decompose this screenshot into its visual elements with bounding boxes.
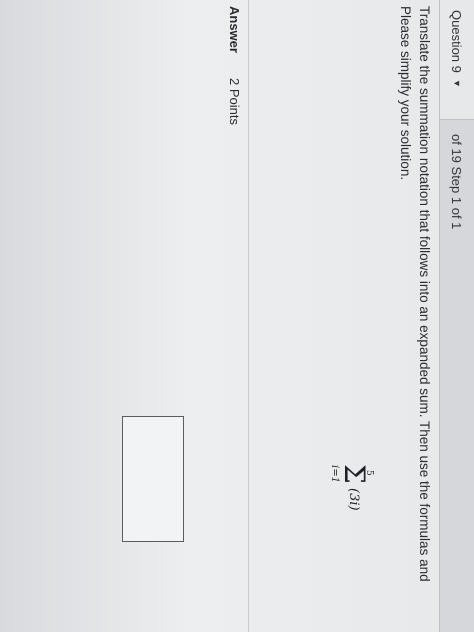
prompt-line-2: Please simplify your solution. bbox=[398, 6, 413, 181]
question-page: Question 9 ▼ of 19 Step 1 of 1 Translate… bbox=[0, 0, 474, 632]
summand: (3i) bbox=[346, 488, 361, 511]
prompt-line-1: Translate the summation notation that fo… bbox=[417, 6, 432, 582]
sigma-symbol: Σ bbox=[338, 464, 371, 484]
chevron-down-icon: ▼ bbox=[452, 78, 462, 88]
question-prompt: Translate the summation notation that fo… bbox=[396, 6, 434, 626]
section-divider bbox=[248, 0, 249, 632]
question-progress: of 19 Step 1 of 1 bbox=[449, 134, 465, 230]
points-label: 2 Points bbox=[227, 78, 242, 125]
question-selector-label: Question 9 bbox=[449, 10, 465, 73]
answer-input-box[interactable] bbox=[122, 416, 184, 542]
sigma-lower-limit: i=1 bbox=[329, 465, 340, 483]
summation-formula: 5 Σ i=1 (3i) bbox=[318, 464, 374, 544]
photo-frame: Question 9 ▼ of 19 Step 1 of 1 Translate… bbox=[0, 0, 474, 632]
question-header-bar: Question 9 ▼ of 19 Step 1 of 1 bbox=[439, 0, 474, 632]
answer-label: Answer bbox=[227, 6, 242, 53]
question-selector[interactable]: Question 9 ▼ bbox=[440, 0, 474, 120]
